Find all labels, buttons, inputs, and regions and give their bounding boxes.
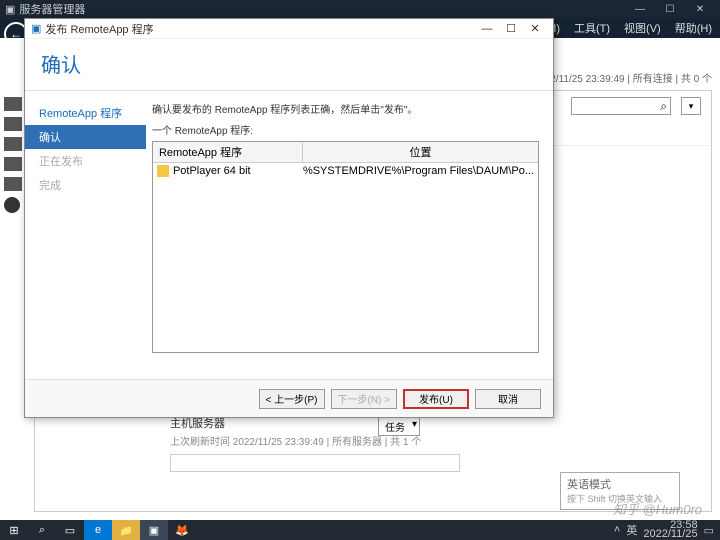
close-button[interactable]: ✕ [685,0,715,18]
explorer-icon[interactable]: 📁 [112,520,140,540]
wizard-icon: ▣ [31,22,41,35]
dialog-titlebar: ▣ 发布 RemoteApp 程序 — ☐ ✕ [25,19,553,39]
info-bar: 2/11/25 23:39:49 | 所有连接 | 共 0 个 [550,70,712,85]
dialog-header: 确认 [25,39,553,91]
window-title: 服务器管理器 [19,1,625,17]
dialog-close[interactable]: ✕ [523,22,547,35]
taskbar: ⊞ ⌕ ▭ e 📁 ▣ 🦊 ˄ 英 23:58 2022/11/25 ▭ [0,520,720,540]
sidebar-item-2[interactable] [4,117,22,131]
watermark: 知乎 @Hum0ro [613,499,702,518]
system-tray[interactable]: ˄ 英 23:58 2022/11/25 ▭ [608,521,720,539]
server-manager-icon[interactable]: ▣ [140,520,168,540]
host-section: 主机服务器 上次刷新时间 2022/11/25 23:39:49 | 所有服务器… [170,415,470,472]
notification-icon[interactable]: ▭ [704,524,714,537]
cancel-button[interactable]: 取消 [475,389,541,409]
prev-button[interactable]: < 上一步(P) [259,389,325,409]
dialog-minimize[interactable]: — [475,23,499,35]
search-input[interactable] [571,97,671,115]
sidebar-item-1[interactable] [4,97,22,111]
nav-step-confirm[interactable]: 确认 [25,125,146,149]
remoteapp-table: RemoteApp 程序 位置 PotPlayer 64 bit %SYSTEM… [152,141,539,353]
host-subtitle: 上次刷新时间 2022/11/25 23:39:49 | 所有服务器 | 共 1… [170,433,470,448]
wizard-nav: RemoteApp 程序 确认 正在发布 完成 [25,91,146,401]
publish-remoteapp-dialog: ▣ 发布 RemoteApp 程序 — ☐ ✕ 确认 RemoteApp 程序 … [24,18,554,418]
dialog-footer: < 上一步(P) 下一步(N) > 发布(U) 取消 [25,379,553,417]
dialog-content: 确认要发布的 RemoteApp 程序列表正确，然后单击"发布"。 一个 Rem… [146,91,553,401]
table-row[interactable]: PotPlayer 64 bit %SYSTEMDRIVE%\Program F… [153,163,538,179]
minimize-button[interactable]: — [625,0,655,18]
app-path: %SYSTEMDRIVE%\Program Files\DAUM\Po... [303,165,534,177]
nav-step-complete: 完成 [25,173,146,197]
tasks-dropdown[interactable]: 任务 [378,417,420,436]
sidebar-item-6[interactable] [4,197,20,213]
app-icon: ▣ [5,3,15,16]
sidebar-item-5[interactable] [4,177,22,191]
menu-help[interactable]: 帮助(H) [675,20,712,36]
maximize-button[interactable]: ☐ [655,0,685,18]
dialog-title: 发布 RemoteApp 程序 [45,21,475,37]
start-button[interactable]: ⊞ [0,520,28,540]
dialog-body: RemoteApp 程序 确认 正在发布 完成 确认要发布的 RemoteApp… [25,91,553,401]
instruction-text: 确认要发布的 RemoteApp 程序列表正确，然后单击"发布"。 [152,101,539,116]
clock[interactable]: 23:58 2022/11/25 [643,521,697,539]
table-header: RemoteApp 程序 位置 [153,142,538,163]
filter-button[interactable]: ▾ [681,97,701,115]
firefox-icon[interactable]: 🦊 [168,520,196,540]
sidebar-item-4[interactable] [4,157,22,171]
dialog-maximize[interactable]: ☐ [499,22,523,35]
app-name: PotPlayer 64 bit [173,165,251,177]
sidebar-item-3[interactable] [4,137,22,151]
tray-up-icon[interactable]: ˄ [614,524,620,536]
nav-step-remoteapp[interactable]: RemoteApp 程序 [25,101,146,125]
nav-step-publishing: 正在发布 [25,149,146,173]
th-location[interactable]: 位置 [303,142,538,162]
task-view-icon[interactable]: ▭ [56,520,84,540]
search-icon[interactable]: ⌕ [28,520,56,540]
th-program[interactable]: RemoteApp 程序 [153,142,303,162]
ime-mode: 英语模式 [567,476,673,492]
menu-tools[interactable]: 工具(T) [574,20,610,36]
next-button: 下一步(N) > [331,389,398,409]
publish-button[interactable]: 发布(U) [403,389,469,409]
ime-indicator[interactable]: 英 [626,522,637,538]
list-label: 一个 RemoteApp 程序: [152,122,539,137]
main-titlebar: ▣ 服务器管理器 — ☐ ✕ [0,0,720,18]
app-icon-potplayer [157,165,169,177]
menu-view[interactable]: 视图(V) [624,20,661,36]
edge-icon[interactable]: e [84,520,112,540]
dialog-heading: 确认 [41,49,537,78]
host-list[interactable] [170,454,460,472]
